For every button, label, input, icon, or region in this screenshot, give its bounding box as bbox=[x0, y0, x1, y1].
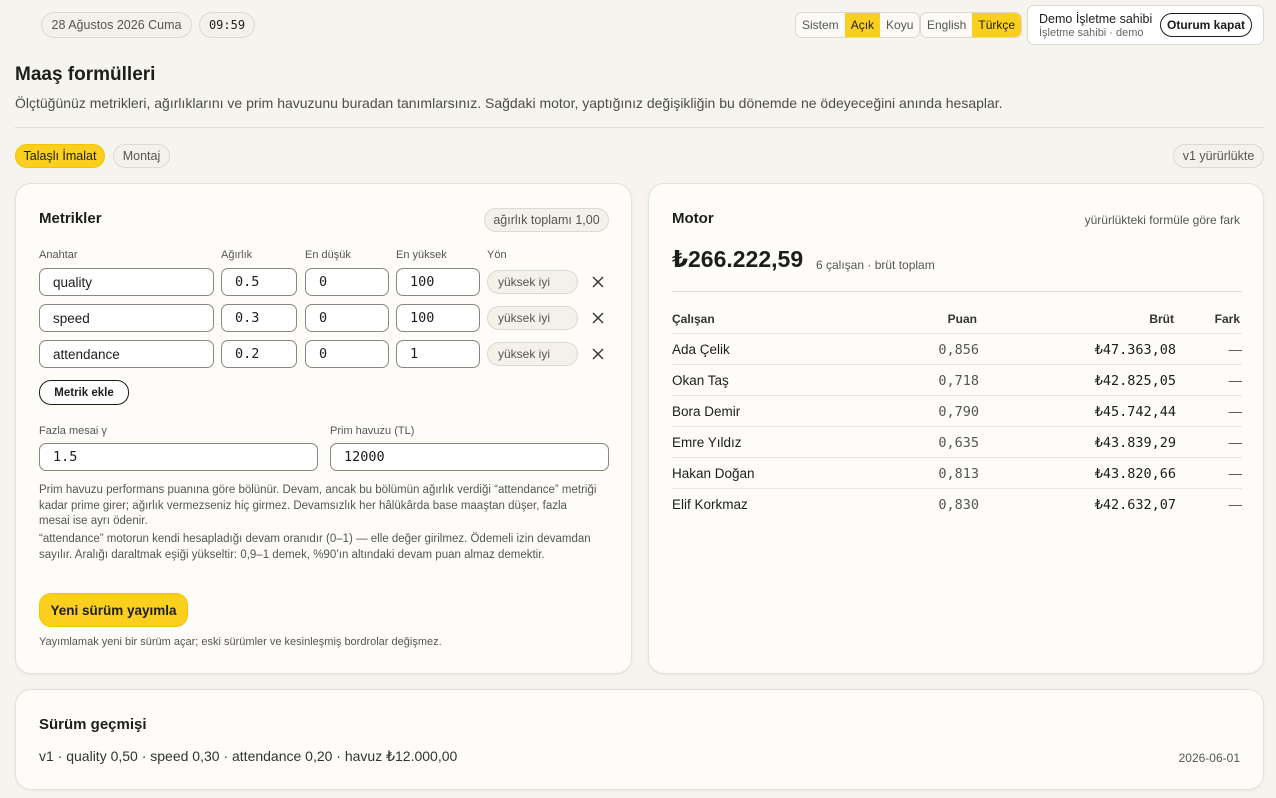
version-history-title: Sürüm geçmişi bbox=[39, 716, 147, 733]
metric-min-input[interactable]: 0 bbox=[305, 304, 389, 332]
user-panel: Demo İşletme sahibi İşletme sahibi · dem… bbox=[1027, 5, 1264, 45]
employee-gross: ₺43.839,29 bbox=[1094, 435, 1176, 451]
table-row: Elif Korkmaz 0,830 ₺42.632,07 — bbox=[672, 489, 1242, 520]
theme-option-system[interactable]: Sistem bbox=[796, 13, 845, 37]
gross-total-subtitle: 6 çalışan · brüt toplam bbox=[816, 258, 935, 272]
employee-name: Hakan Doğan bbox=[672, 466, 755, 481]
language-option-english[interactable]: English bbox=[921, 13, 972, 37]
column-score: Puan bbox=[947, 312, 977, 326]
employee-gross: ₺42.825,05 bbox=[1094, 373, 1176, 389]
employee-diff: — bbox=[1228, 466, 1243, 481]
column-employee: Çalışan bbox=[672, 312, 715, 326]
time-badge: 09:59 bbox=[199, 12, 255, 38]
metrics-title: Metrikler bbox=[39, 210, 102, 227]
version-history-date: 2026-06-01 bbox=[1178, 751, 1240, 765]
metric-direction-select[interactable]: yüksek iyi bbox=[487, 342, 578, 366]
bonus-pool-label: Prim havuzu (TL) bbox=[330, 425, 415, 437]
column-min: En düşük bbox=[305, 249, 351, 261]
header-divider bbox=[15, 127, 1264, 128]
weight-total-badge: ağırlık toplamı 1,00 bbox=[484, 208, 609, 232]
diff-note: yürürlükteki formüle göre fark bbox=[1084, 213, 1240, 227]
theme-switcher: Sistem Açık Koyu bbox=[795, 12, 921, 38]
metric-min-input[interactable]: 0 bbox=[305, 268, 389, 296]
page-title: Maaş formülleri bbox=[15, 64, 156, 85]
metrics-card: Metrikler ağırlık toplamı 1,00 Anahtar A… bbox=[15, 183, 632, 674]
engine-title: Motor bbox=[672, 210, 714, 227]
bonus-pool-input[interactable]: 12000 bbox=[330, 443, 609, 471]
metric-weight-input[interactable]: 0.3 bbox=[221, 304, 297, 332]
page-description: Ölçtüğünüz metrikleri, ağırlıklarını ve … bbox=[15, 95, 1003, 111]
gross-total: ₺266.222,59 bbox=[672, 246, 804, 272]
logout-button[interactable]: Oturum kapat bbox=[1160, 13, 1252, 37]
publish-note: Yayımlamak yeni bir sürüm açar; eski sür… bbox=[39, 636, 442, 648]
metric-max-input[interactable]: 100 bbox=[396, 268, 480, 296]
employee-gross: ₺45.742,44 bbox=[1094, 404, 1176, 420]
metric-direction-select[interactable]: yüksek iyi bbox=[487, 306, 578, 330]
table-row: Emre Yıldız 0,635 ₺43.839,29 — bbox=[672, 427, 1242, 458]
table-row: Okan Taş 0,718 ₺42.825,05 — bbox=[672, 365, 1242, 396]
column-direction: Yön bbox=[487, 249, 507, 261]
employee-diff: — bbox=[1228, 373, 1243, 388]
metric-key-input[interactable]: quality bbox=[39, 268, 214, 296]
employee-name: Emre Yıldız bbox=[672, 435, 742, 450]
date-badge: 28 Ağustos 2026 Cuma bbox=[41, 12, 192, 38]
help-text-bonus: Prim havuzu performans puanına göre bölü… bbox=[39, 484, 597, 527]
overtime-input[interactable]: 1.5 bbox=[39, 443, 318, 471]
employee-score: 0,830 bbox=[938, 497, 979, 513]
employee-score: 0,718 bbox=[938, 373, 979, 389]
metric-weight-input[interactable]: 0.2 bbox=[221, 340, 297, 368]
close-icon[interactable] bbox=[591, 311, 605, 325]
employee-name: Ada Çelik bbox=[672, 342, 730, 357]
user-name: Demo İşletme sahibi bbox=[1039, 12, 1153, 26]
overtime-label: Fazla mesai γ bbox=[39, 425, 107, 437]
employee-gross: ₺47.363,08 bbox=[1094, 342, 1176, 358]
close-icon[interactable] bbox=[591, 275, 605, 289]
table-row: Bora Demir 0,790 ₺45.742,44 — bbox=[672, 396, 1242, 427]
close-icon[interactable] bbox=[591, 347, 605, 361]
user-role: İşletme sahibi · demo bbox=[1039, 27, 1144, 39]
employee-score: 0,790 bbox=[938, 404, 979, 420]
help-text-attendance: “attendance” motorun kendi hesapladığı d… bbox=[39, 533, 591, 561]
table-row: Ada Çelik 0,856 ₺47.363,08 — bbox=[672, 334, 1242, 365]
employee-score: 0,813 bbox=[938, 466, 979, 482]
tab-assembly[interactable]: Montaj bbox=[113, 144, 170, 168]
version-history-card: Sürüm geçmişi v1 · quality 0,50 · speed … bbox=[15, 689, 1264, 790]
employee-gross: ₺43.820,66 bbox=[1094, 466, 1176, 482]
metric-max-input[interactable]: 1 bbox=[396, 340, 480, 368]
add-metric-button[interactable]: Metrik ekle bbox=[39, 380, 129, 405]
column-diff: Fark bbox=[1214, 312, 1240, 326]
metric-max-input[interactable]: 100 bbox=[396, 304, 480, 332]
column-key: Anahtar bbox=[39, 249, 78, 261]
employee-diff: — bbox=[1228, 342, 1243, 357]
employee-diff: — bbox=[1228, 435, 1243, 450]
column-max: En yüksek bbox=[396, 249, 447, 261]
employee-score: 0,856 bbox=[938, 342, 979, 358]
tab-machining[interactable]: Talaşlı İmalat bbox=[15, 144, 105, 168]
engine-card: Motor yürürlükteki formüle göre fark ₺26… bbox=[648, 183, 1264, 674]
column-weight: Ağırlık bbox=[221, 249, 253, 261]
metric-key-input[interactable]: attendance bbox=[39, 340, 214, 368]
metric-weight-input[interactable]: 0.5 bbox=[221, 268, 297, 296]
metric-direction-select[interactable]: yüksek iyi bbox=[487, 270, 578, 294]
table-row: Hakan Doğan 0,813 ₺43.820,66 — bbox=[672, 458, 1242, 489]
employee-diff: — bbox=[1228, 404, 1243, 419]
version-history-entry: v1 · quality 0,50 · speed 0,30 · attenda… bbox=[39, 748, 458, 764]
publish-version-button[interactable]: Yeni sürüm yayımla bbox=[39, 593, 188, 627]
employee-name: Bora Demir bbox=[672, 404, 741, 419]
metric-key-input[interactable]: speed bbox=[39, 304, 214, 332]
engine-divider bbox=[672, 291, 1242, 292]
theme-option-light[interactable]: Açık bbox=[844, 13, 881, 37]
language-option-turkish[interactable]: Türkçe bbox=[972, 13, 1022, 37]
employee-name: Okan Taş bbox=[672, 373, 729, 388]
employee-diff: — bbox=[1228, 497, 1243, 512]
version-status-badge: v1 yürürlükte bbox=[1173, 144, 1264, 168]
theme-option-dark[interactable]: Koyu bbox=[880, 13, 919, 37]
metric-min-input[interactable]: 0 bbox=[305, 340, 389, 368]
language-switcher: English Türkçe bbox=[920, 12, 1023, 38]
column-gross: Brüt bbox=[1149, 312, 1174, 326]
employee-name: Elif Korkmaz bbox=[672, 497, 748, 512]
employee-score: 0,635 bbox=[938, 435, 979, 451]
employee-gross: ₺42.632,07 bbox=[1094, 497, 1176, 513]
